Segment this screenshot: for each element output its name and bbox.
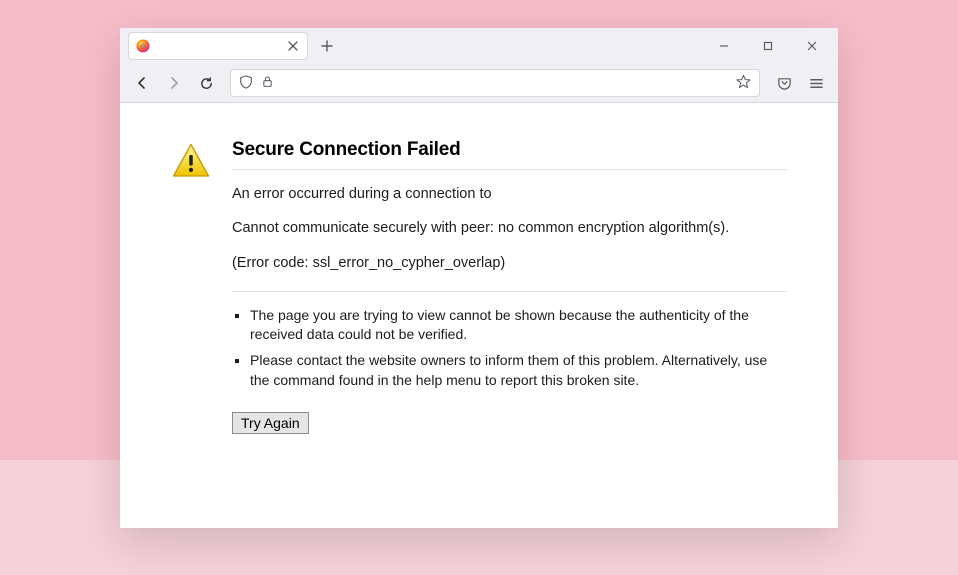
window-close-button[interactable] [790, 31, 834, 61]
app-menu-button[interactable] [802, 69, 830, 97]
try-again-button[interactable]: Try Again [232, 412, 309, 434]
error-line-2: Cannot communicate securely with peer: n… [232, 218, 788, 238]
error-bullet-1: The page you are trying to view cannot b… [250, 306, 788, 345]
page-content: Secure Connection Failed An error occurr… [120, 103, 838, 528]
save-to-pocket-button[interactable] [770, 69, 798, 97]
shield-icon [239, 75, 253, 92]
tab-close-icon[interactable] [285, 38, 301, 54]
nav-back-button[interactable] [128, 69, 156, 97]
warning-triangle-icon [170, 141, 212, 183]
error-title: Secure Connection Failed [232, 139, 788, 170]
stage-background: Secure Connection Failed An error occurr… [0, 0, 958, 575]
error-line-1: An error occurred during a connection to [232, 184, 788, 204]
new-tab-button[interactable] [314, 33, 340, 59]
nav-reload-button[interactable] [192, 69, 220, 97]
browser-tab[interactable] [128, 32, 308, 60]
browser-window: Secure Connection Failed An error occurr… [120, 28, 838, 528]
url-input[interactable] [282, 75, 728, 92]
toolbar [120, 64, 838, 103]
window-maximize-button[interactable] [746, 31, 790, 61]
window-minimize-button[interactable] [702, 31, 746, 61]
bookmark-star-icon[interactable] [736, 74, 751, 92]
firefox-logo-icon [135, 38, 151, 54]
error-bullet-2: Please contact the website owners to inf… [250, 351, 788, 390]
nav-forward-button[interactable] [160, 69, 188, 97]
titlebar [120, 28, 838, 64]
error-bullets: The page you are trying to view cannot b… [232, 306, 788, 390]
url-bar[interactable] [230, 69, 760, 97]
error-code: (Error code: ssl_error_no_cypher_overlap… [232, 253, 788, 292]
lock-icon [261, 75, 274, 91]
